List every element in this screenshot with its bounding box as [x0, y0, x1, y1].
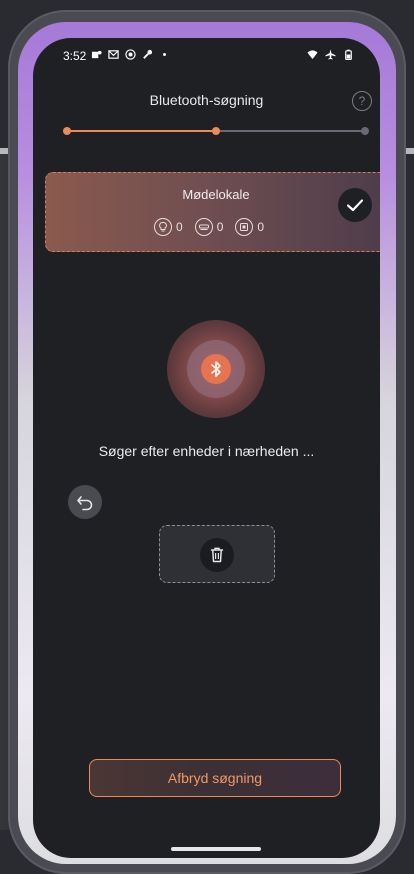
- progress-step-1: [63, 127, 71, 135]
- wrench-icon: [143, 49, 153, 59]
- stat-bulbs-count: 0: [176, 220, 183, 234]
- status-bar: 3:52: [33, 38, 380, 74]
- airplane-icon: [325, 49, 336, 60]
- room-name: Mødelokale: [182, 187, 250, 202]
- battery-icon: [345, 49, 352, 60]
- progress-step-2: [212, 127, 220, 135]
- room-card[interactable]: Mødelokale 0 0 0: [45, 172, 380, 252]
- trash-icon: [210, 547, 224, 563]
- stat-panels: 0: [235, 218, 264, 236]
- step-progress: [63, 126, 369, 136]
- help-icon[interactable]: ?: [352, 91, 372, 111]
- scan-pulse-inner: [201, 354, 231, 384]
- stat-panels-count: 0: [257, 220, 265, 234]
- page-title: Bluetooth-søgning: [149, 92, 264, 108]
- wifi-icon: [307, 50, 318, 60]
- progress-step-3: [361, 127, 369, 135]
- status-icons-right: [307, 49, 354, 60]
- room-stats: 0 0 0: [154, 218, 264, 236]
- bulb-icon: [154, 218, 172, 236]
- bluetooth-icon: [211, 361, 221, 377]
- stat-ceiling-lights-count: 0: [216, 220, 224, 234]
- trash-drop-zone[interactable]: [159, 525, 275, 583]
- undo-icon: [77, 496, 93, 511]
- progress-fill: [67, 130, 216, 132]
- abort-search-button[interactable]: Afbryd søgning: [89, 759, 341, 797]
- outlook-icon: [108, 50, 119, 59]
- panel-icon: [235, 218, 254, 236]
- status-icons-left: [91, 49, 170, 60]
- room-selected-check[interactable]: [338, 188, 372, 222]
- app-screen: 3:52 Bluetooth-søgning ? Mødelokale 0 0 …: [33, 38, 380, 858]
- status-time: 3:52: [63, 49, 87, 63]
- undo-button[interactable]: [68, 485, 102, 519]
- stat-bulbs: 0: [154, 218, 183, 236]
- home-indicator[interactable]: [171, 847, 261, 851]
- checkmark-icon: [346, 199, 364, 212]
- record-icon: [125, 49, 136, 60]
- scan-status-text: Søger efter enheder i nærheden ...: [98, 443, 315, 459]
- ceiling-light-icon: [194, 218, 213, 236]
- teams-icon: [91, 50, 102, 59]
- trash-button[interactable]: [200, 538, 234, 572]
- stat-ceiling-lights: 0: [194, 218, 224, 236]
- dot-icon: [163, 53, 166, 56]
